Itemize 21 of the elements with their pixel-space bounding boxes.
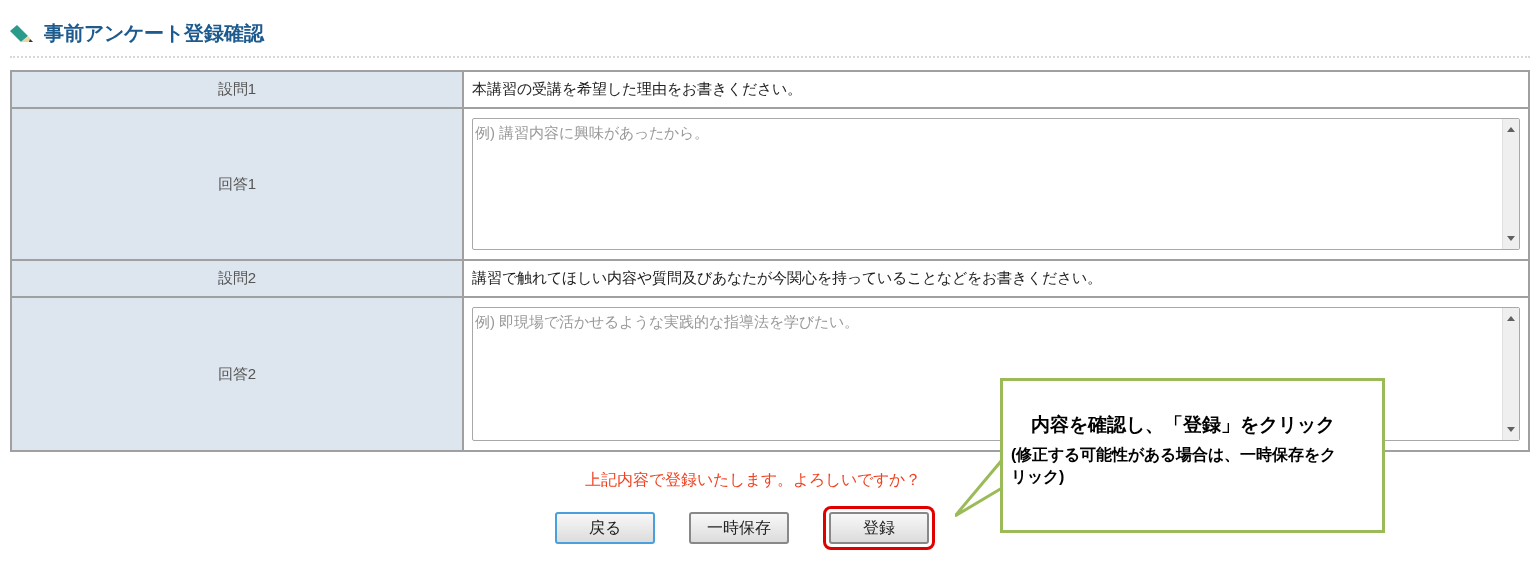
answer-field[interactable]: 例) 講習内容に興味があったから。: [472, 118, 1520, 250]
question-text: 講習で触れてほしい内容や質問及びあなたが今関心を持っていることなどをお書きください。: [472, 268, 1102, 289]
action-button[interactable]: 戻る: [555, 512, 655, 544]
action-button[interactable]: 登録: [829, 512, 929, 544]
action-button[interactable]: 一時保存: [689, 512, 789, 544]
callout-note: (修正する可能性がある場合は、一時保存をクリック): [1011, 444, 1338, 487]
page-title: 事前アンケート登録確認: [44, 21, 264, 46]
row-header: 回答1: [12, 109, 464, 259]
row-header: 設問2: [12, 261, 464, 296]
row-header: 回答2: [12, 298, 464, 450]
row-header: 設問1: [12, 72, 464, 107]
scroll-down-icon[interactable]: [1507, 427, 1515, 432]
scroll-down-icon[interactable]: [1507, 236, 1515, 241]
pencil-icon: [8, 23, 34, 43]
question-text: 本講習の受講を希望した理由をお書きください。: [472, 79, 802, 100]
scrollbar[interactable]: [1502, 308, 1519, 440]
confirm-message: 上記内容で登録いたします。よろしいですか？: [584, 470, 921, 490]
scroll-up-icon[interactable]: [1507, 316, 1515, 321]
callout-heading: 内容を確認し、「登録」をクリック: [1031, 414, 1335, 435]
scrollbar[interactable]: [1502, 119, 1519, 249]
scroll-up-icon[interactable]: [1507, 127, 1515, 132]
